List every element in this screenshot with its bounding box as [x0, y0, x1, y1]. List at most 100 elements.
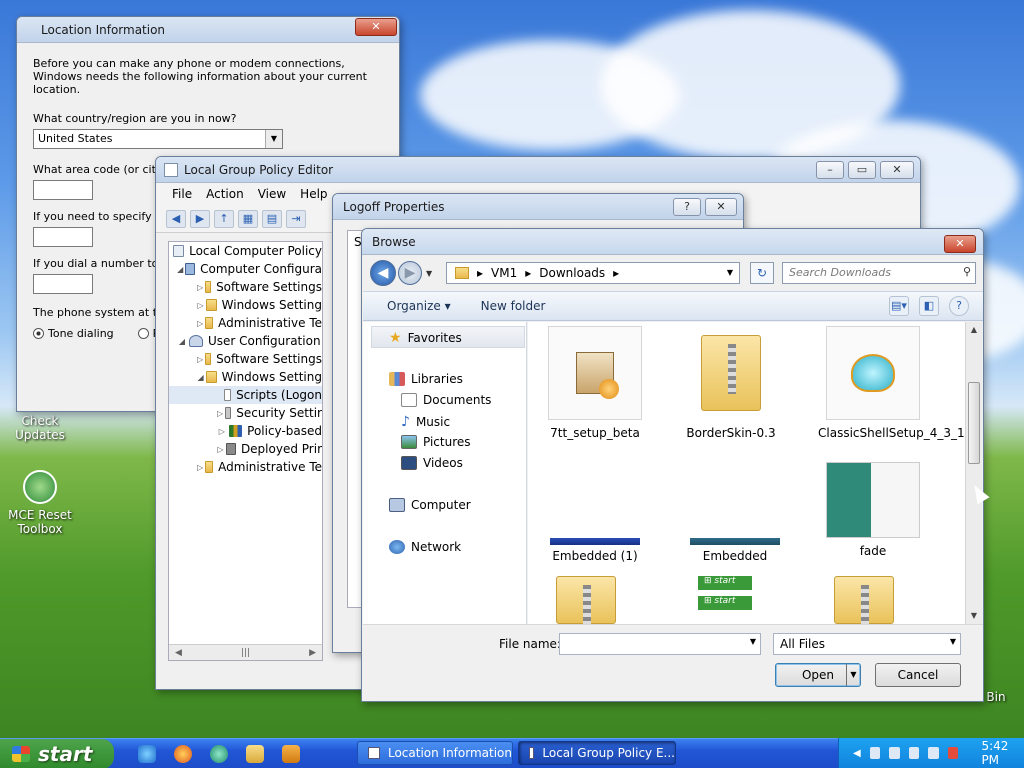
- tree-node-administrative-templates[interactable]: ▷ Administrative Te: [169, 314, 322, 332]
- expand-icon[interactable]: ▷: [217, 409, 223, 418]
- collapse-icon[interactable]: ◢: [197, 373, 204, 382]
- zip-folder-icon[interactable]: [556, 576, 616, 624]
- expand-icon[interactable]: ▷: [197, 319, 203, 328]
- nav-computer[interactable]: Computer: [389, 498, 471, 512]
- nav-music[interactable]: ♪ Music: [401, 414, 450, 430]
- tree-node-security-settings[interactable]: ▷ Security Settir: [169, 404, 322, 422]
- nav-network[interactable]: Network: [389, 540, 461, 554]
- cancel-button[interactable]: Cancel: [875, 663, 961, 687]
- nav-libraries[interactable]: Libraries: [389, 372, 463, 386]
- menu-help[interactable]: Help: [300, 187, 327, 201]
- tree-node-windows-settings[interactable]: ▷ Windows Setting: [169, 296, 322, 314]
- tree-node-deployed-printers[interactable]: ▷ Deployed Prir: [169, 440, 322, 458]
- file-item[interactable]: ClassicShellSetup_4_3_1: [818, 326, 965, 440]
- file-item[interactable]: 7tt_setup_beta: [540, 326, 650, 440]
- scroll-left-icon[interactable]: ◀: [175, 648, 182, 658]
- country-select[interactable]: United States ▼: [33, 129, 283, 149]
- expand-icon[interactable]: ▷: [217, 427, 227, 436]
- area-code-input[interactable]: [33, 180, 93, 200]
- start-button[interactable]: start: [0, 738, 114, 768]
- network-tray-icon[interactable]: [889, 747, 900, 759]
- file-item[interactable]: BorderSkin-0.3: [676, 326, 786, 440]
- gpe-minimize-button[interactable]: –: [816, 161, 844, 179]
- check-updates-shortcut[interactable]: Check Updates: [0, 414, 80, 442]
- nav-videos[interactable]: Videos: [401, 456, 463, 470]
- organize-button[interactable]: Organize ▾: [387, 299, 451, 313]
- breadcrumb-separator-icon[interactable]: ▸: [525, 266, 531, 280]
- breadcrumb-downloads[interactable]: Downloads: [539, 266, 605, 280]
- gpe-titlebar[interactable]: Local Group Policy Editor: [156, 157, 920, 183]
- breadcrumb-vm1[interactable]: VM1: [491, 266, 517, 280]
- tree-node-computer-configuration[interactable]: ◢ Computer Configura: [169, 260, 322, 278]
- file-list-scrollbar[interactable]: ▲ ▼: [965, 322, 982, 624]
- action-center-flag-icon[interactable]: [869, 747, 881, 759]
- back-button[interactable]: ◀: [370, 260, 396, 286]
- new-folder-button[interactable]: New folder: [481, 299, 546, 313]
- expand-icon[interactable]: ▷: [197, 463, 203, 472]
- tree-node-user-software-settings[interactable]: ▷ Software Settings: [169, 350, 322, 368]
- tone-dialing-radio[interactable]: Tone dialing: [33, 327, 114, 340]
- export-list-icon[interactable]: ⇥: [286, 209, 306, 228]
- expand-icon[interactable]: ▷: [197, 301, 204, 310]
- mce-reset-toolbox-shortcut[interactable]: MCE Reset Toolbox: [0, 470, 80, 536]
- menu-file[interactable]: File: [172, 187, 192, 201]
- scroll-grip-icon[interactable]: |||: [241, 648, 250, 658]
- carrier-code-input[interactable]: [33, 227, 93, 247]
- clock[interactable]: 5:42 PM: [981, 739, 1024, 767]
- nav-documents[interactable]: Documents: [401, 393, 491, 407]
- chevron-down-icon[interactable]: ▼: [721, 263, 739, 283]
- file-type-select[interactable]: All Files ▼: [773, 633, 961, 655]
- location-close-button[interactable]: ✕: [355, 18, 397, 36]
- file-item[interactable]: Embedded: [680, 538, 790, 563]
- menu-action[interactable]: Action: [206, 187, 244, 201]
- open-button[interactable]: Open ▼: [775, 663, 861, 687]
- expand-icon[interactable]: ▷: [217, 445, 224, 454]
- tray-expand-icon[interactable]: ◀: [853, 748, 861, 759]
- chevron-down-icon[interactable]: ▼: [750, 637, 756, 646]
- preview-pane-icon[interactable]: ◧: [919, 296, 939, 316]
- scroll-up-icon[interactable]: ▲: [966, 322, 982, 338]
- input-method-icon[interactable]: [908, 747, 920, 759]
- zip-folder-icon[interactable]: [834, 576, 894, 624]
- breadcrumb[interactable]: ▸ VM1 ▸ Downloads ▸ ▼: [446, 262, 740, 284]
- search-input[interactable]: Search Downloads ⚲: [782, 262, 976, 284]
- open-dropdown-icon[interactable]: ▼: [846, 664, 860, 686]
- tree-node-local-computer-policy[interactable]: Local Computer Policy: [169, 242, 322, 260]
- tree-node-software-settings[interactable]: ▷ Software Settings: [169, 278, 322, 296]
- start-button-image[interactable]: ⊞ start ⊞ start: [698, 576, 752, 610]
- taskbar-item-group-policy[interactable]: Local Group Policy E...: [518, 741, 676, 765]
- scroll-thumb[interactable]: [968, 382, 980, 464]
- messenger-icon[interactable]: [210, 744, 228, 763]
- menu-view[interactable]: View: [258, 187, 286, 201]
- expand-icon[interactable]: ▷: [197, 283, 203, 292]
- logoff-help-button[interactable]: ?: [673, 198, 701, 216]
- gpe-close-button[interactable]: ✕: [880, 161, 914, 179]
- media-player-icon[interactable]: [282, 744, 300, 763]
- logoff-close-button[interactable]: ✕: [705, 198, 737, 216]
- explorer-icon[interactable]: [246, 744, 264, 763]
- location-titlebar[interactable]: Location Information: [17, 17, 399, 43]
- scroll-right-icon[interactable]: ▶: [309, 648, 316, 658]
- recent-pages-dropdown-icon[interactable]: ▼: [426, 269, 432, 278]
- display-tray-icon[interactable]: [928, 747, 939, 759]
- scroll-down-icon[interactable]: ▼: [966, 608, 982, 624]
- taskbar-item-location-information[interactable]: Location Information: [357, 741, 513, 765]
- firefox-icon[interactable]: [174, 744, 192, 763]
- tree-horizontal-scrollbar[interactable]: ◀ ||| ▶: [169, 644, 322, 660]
- internet-explorer-icon[interactable]: [138, 744, 156, 763]
- browse-close-button[interactable]: ✕: [944, 235, 976, 253]
- tree-node-policy-based-qos[interactable]: ▷ Policy-based: [169, 422, 322, 440]
- nav-pictures[interactable]: Pictures: [401, 435, 471, 449]
- refresh-button[interactable]: ↻: [750, 262, 774, 284]
- up-folder-icon[interactable]: ↑: [214, 209, 234, 228]
- browse-titlebar[interactable]: Browse: [362, 229, 983, 255]
- tree-node-user-configuration[interactable]: ◢ User Configuration: [169, 332, 322, 350]
- gpe-maximize-button[interactable]: ▭: [848, 161, 876, 179]
- outside-line-input[interactable]: [33, 274, 93, 294]
- show-hide-tree-icon[interactable]: ▦: [238, 209, 258, 228]
- forward-button[interactable]: ▶: [398, 261, 422, 285]
- breadcrumb-separator-icon[interactable]: ▸: [477, 266, 483, 280]
- back-arrow-icon[interactable]: ◀: [166, 209, 186, 228]
- properties-icon[interactable]: ▤: [262, 209, 282, 228]
- tree-node-user-administrative-templates[interactable]: ▷ Administrative Te: [169, 458, 322, 476]
